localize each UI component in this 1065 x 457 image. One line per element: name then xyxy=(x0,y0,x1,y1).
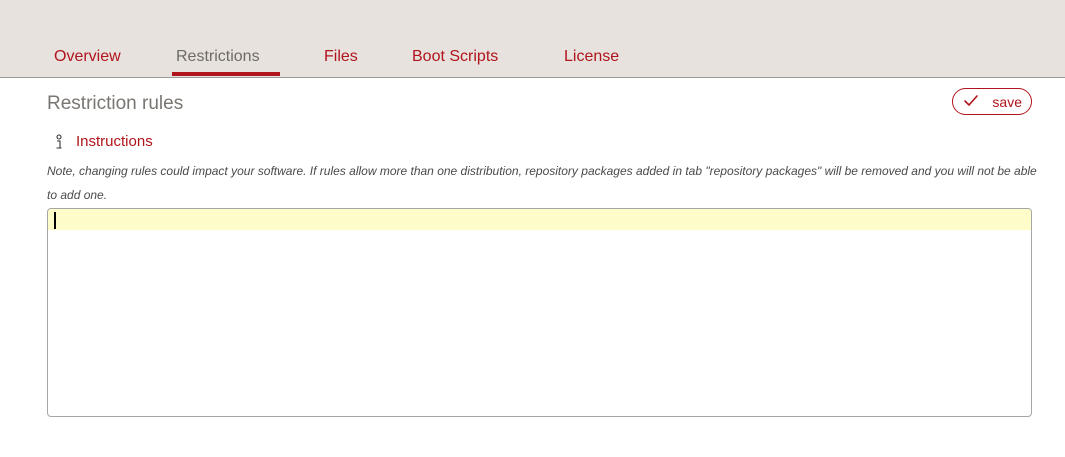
tab-overview[interactable]: Overview xyxy=(54,47,121,67)
tab-restrictions[interactable]: Restrictions xyxy=(176,47,260,67)
tab-license[interactable]: License xyxy=(564,47,619,67)
save-button-label: save xyxy=(992,93,1022,110)
current-line-highlight xyxy=(48,209,1031,230)
tab-boot-scripts[interactable]: Boot Scripts xyxy=(412,47,498,67)
text-cursor xyxy=(54,212,56,229)
save-button[interactable]: save xyxy=(952,88,1032,115)
tab-files[interactable]: Files xyxy=(324,47,358,67)
instructions-link[interactable]: Instructions xyxy=(54,133,153,150)
instructions-note: Note, changing rules could impact your s… xyxy=(47,164,1037,202)
active-tab-indicator xyxy=(172,72,280,76)
instructions-label: Instructions xyxy=(76,133,153,150)
checkmark-icon xyxy=(963,94,979,111)
restriction-rules-editor[interactable] xyxy=(47,208,1032,417)
info-icon xyxy=(54,133,64,150)
top-navigation-bar: Overview Restrictions Files Boot Scripts… xyxy=(0,0,1065,78)
page-title: Restriction rules xyxy=(47,93,184,114)
